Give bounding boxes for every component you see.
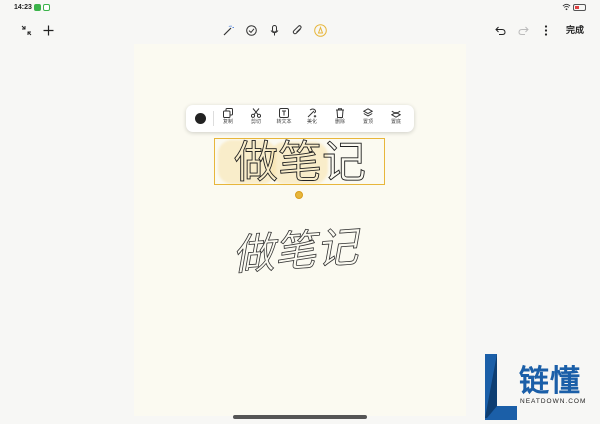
cut-label: 剪切 bbox=[250, 119, 261, 125]
watermark-logo: 链懂 NEATDOWN.COM bbox=[483, 352, 597, 422]
bring-to-front-button[interactable]: 置顶 bbox=[355, 108, 381, 130]
magic-wand-icon[interactable] bbox=[218, 20, 238, 40]
copy-label: 复制 bbox=[222, 119, 233, 125]
logo-l-icon bbox=[485, 354, 517, 420]
notes-screen: 14:23 完成 做笔记 做笔记 复制 剪切 转文本 美化 删除 置顶 置底 链… bbox=[0, 0, 600, 424]
collapse-icon[interactable] bbox=[16, 20, 36, 40]
more-options-icon[interactable] bbox=[536, 20, 556, 40]
done-button[interactable]: 完成 bbox=[566, 23, 584, 36]
convert-to-text-button[interactable]: 转文本 bbox=[271, 108, 297, 130]
handwritten-note-label: 做笔记 bbox=[230, 222, 362, 274]
scissors-icon bbox=[251, 108, 261, 118]
beautify-button[interactable]: 美化 bbox=[299, 108, 325, 130]
top-toolbar: 完成 bbox=[0, 16, 600, 44]
send-to-back-icon bbox=[391, 110, 401, 118]
copy-button[interactable]: 复制 bbox=[215, 108, 241, 130]
attachment-icon[interactable] bbox=[287, 20, 307, 40]
status-time: 14:23 bbox=[14, 4, 32, 11]
menu-divider bbox=[213, 111, 214, 126]
battery-icon bbox=[573, 4, 586, 11]
watermark-chinese: 链懂 bbox=[519, 364, 581, 399]
wifi-icon bbox=[562, 3, 571, 11]
checklist-icon[interactable] bbox=[241, 20, 261, 40]
redo-icon[interactable] bbox=[513, 20, 533, 40]
selection-box[interactable] bbox=[214, 138, 385, 185]
status-bar: 14:23 bbox=[0, 0, 600, 16]
beautify-label: 美化 bbox=[306, 119, 317, 125]
undo-icon[interactable] bbox=[490, 20, 510, 40]
convert-to-text-label: 转文本 bbox=[276, 119, 292, 125]
send-to-back-button[interactable]: 置底 bbox=[383, 108, 409, 130]
delete-button[interactable]: 删除 bbox=[327, 108, 353, 130]
trash-icon bbox=[336, 108, 344, 118]
text-convert-icon bbox=[279, 108, 289, 118]
shield-badge-icon bbox=[43, 4, 50, 11]
pen-tool-icon[interactable] bbox=[310, 20, 330, 40]
bring-to-front-icon bbox=[363, 108, 373, 117]
add-icon[interactable] bbox=[38, 20, 58, 40]
cut-button[interactable]: 剪切 bbox=[243, 108, 269, 130]
bring-to-front-label: 置顶 bbox=[362, 119, 373, 125]
beautify-icon bbox=[307, 108, 317, 118]
watermark-english: NEATDOWN.COM bbox=[520, 398, 587, 405]
home-indicator[interactable] bbox=[233, 415, 367, 419]
rotate-handle[interactable] bbox=[295, 191, 303, 199]
send-to-back-label: 置底 bbox=[390, 119, 401, 125]
microphone-icon[interactable] bbox=[264, 20, 284, 40]
copy-icon bbox=[223, 108, 233, 118]
app-badge-icon bbox=[34, 4, 41, 11]
handwritten-note-text[interactable]: 做笔记 bbox=[228, 222, 362, 274]
color-picker-button[interactable] bbox=[195, 113, 206, 124]
selection-menu: 复制 剪切 转文本 美化 删除 置顶 置底 bbox=[186, 105, 414, 132]
delete-label: 删除 bbox=[334, 119, 345, 125]
